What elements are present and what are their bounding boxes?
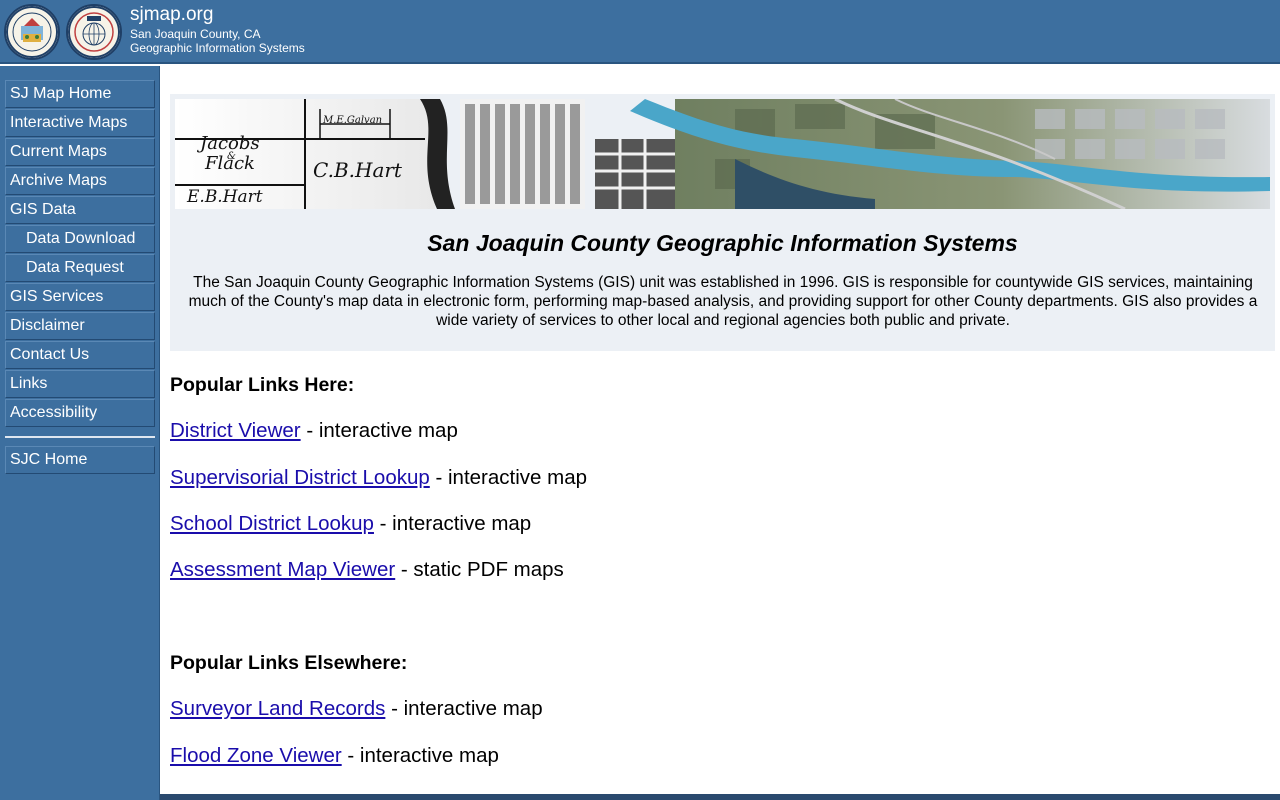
link-description: - interactive map (341, 744, 499, 767)
school-district-lookup-link[interactable]: School District Lookup (170, 512, 374, 535)
sidebar-item-sjc-home[interactable]: SJC Home (5, 446, 155, 474)
list-item: Assessment Map Viewer - static PDF maps (170, 557, 564, 583)
page-title: San Joaquin County Geographic Informatio… (427, 230, 1018, 256)
popular-links-here-heading: Popular Links Here: (170, 374, 355, 396)
county-seal-icon[interactable] (4, 4, 60, 60)
list-item: Flood Zone Viewer - interactive map (170, 743, 499, 769)
link-description: - interactive map (385, 697, 543, 720)
sidebar-item-data-request[interactable]: Data Request (5, 254, 155, 282)
site-subtitle-county: San Joaquin County, CA (130, 27, 261, 41)
intro-paragraph: The San Joaquin County Geographic Inform… (188, 274, 1258, 329)
banner-map-image: M.E.Galvan Jacobs & Flack C.B.Hart E.B.H… (175, 99, 1270, 209)
banner-label-galvan: M.E.Galvan (322, 115, 382, 126)
sidebar-divider (5, 436, 155, 438)
flood-zone-viewer-link[interactable]: Flood Zone Viewer (170, 744, 342, 767)
sidebar-nav: SJ Map Home Interactive Maps Current Map… (0, 66, 160, 800)
list-item: Supervisorial District Lookup - interact… (170, 465, 587, 491)
link-description: - interactive map (373, 512, 532, 535)
assessment-map-viewer-link[interactable]: Assessment Map Viewer (170, 558, 395, 581)
popular-links-elsewhere-heading: Popular Links Elsewhere: (170, 652, 408, 674)
site-subtitle-gis: Geographic Information Systems (130, 41, 305, 55)
sidebar-item-disclaimer[interactable]: Disclaimer (5, 312, 155, 340)
gis-seal-icon[interactable] (66, 4, 122, 60)
sidebar-item-accessibility[interactable]: Accessibility (5, 399, 155, 427)
list-item: Surveyor Land Records - interactive map (170, 696, 543, 722)
link-description: - interactive map (429, 466, 588, 489)
banner-label-ebhart: E.B.Hart (186, 187, 263, 207)
sidebar-item-gis-data[interactable]: GIS Data (5, 196, 155, 224)
sidebar-item-links[interactable]: Links (5, 370, 155, 398)
footer-bar (160, 794, 1280, 800)
site-title[interactable]: sjmap.org (130, 4, 213, 26)
surveyor-land-records-link[interactable]: Surveyor Land Records (170, 697, 385, 720)
supervisorial-district-lookup-link[interactable]: Supervisorial District Lookup (170, 466, 430, 489)
list-item: District Viewer - interactive map (170, 418, 458, 444)
link-description: - interactive map (300, 419, 458, 442)
site-header: sjmap.org San Joaquin County, CA Geograp… (0, 0, 1280, 64)
sidebar-item-gis-services[interactable]: GIS Services (5, 283, 155, 311)
district-viewer-link[interactable]: District Viewer (170, 419, 301, 442)
sidebar-item-archive-maps[interactable]: Archive Maps (5, 167, 155, 195)
sidebar-item-sj-map-home[interactable]: SJ Map Home (5, 80, 155, 108)
sidebar-item-data-download[interactable]: Data Download (5, 225, 155, 253)
sidebar-item-contact-us[interactable]: Contact Us (5, 341, 155, 369)
banner-label-flack: Flack (204, 153, 255, 174)
link-description: - static PDF maps (395, 558, 564, 581)
sidebar-item-interactive-maps[interactable]: Interactive Maps (5, 109, 155, 137)
list-item: School District Lookup - interactive map (170, 511, 531, 537)
banner-label-cbhart: C.B.Hart (313, 158, 403, 182)
sidebar-item-current-maps[interactable]: Current Maps (5, 138, 155, 166)
